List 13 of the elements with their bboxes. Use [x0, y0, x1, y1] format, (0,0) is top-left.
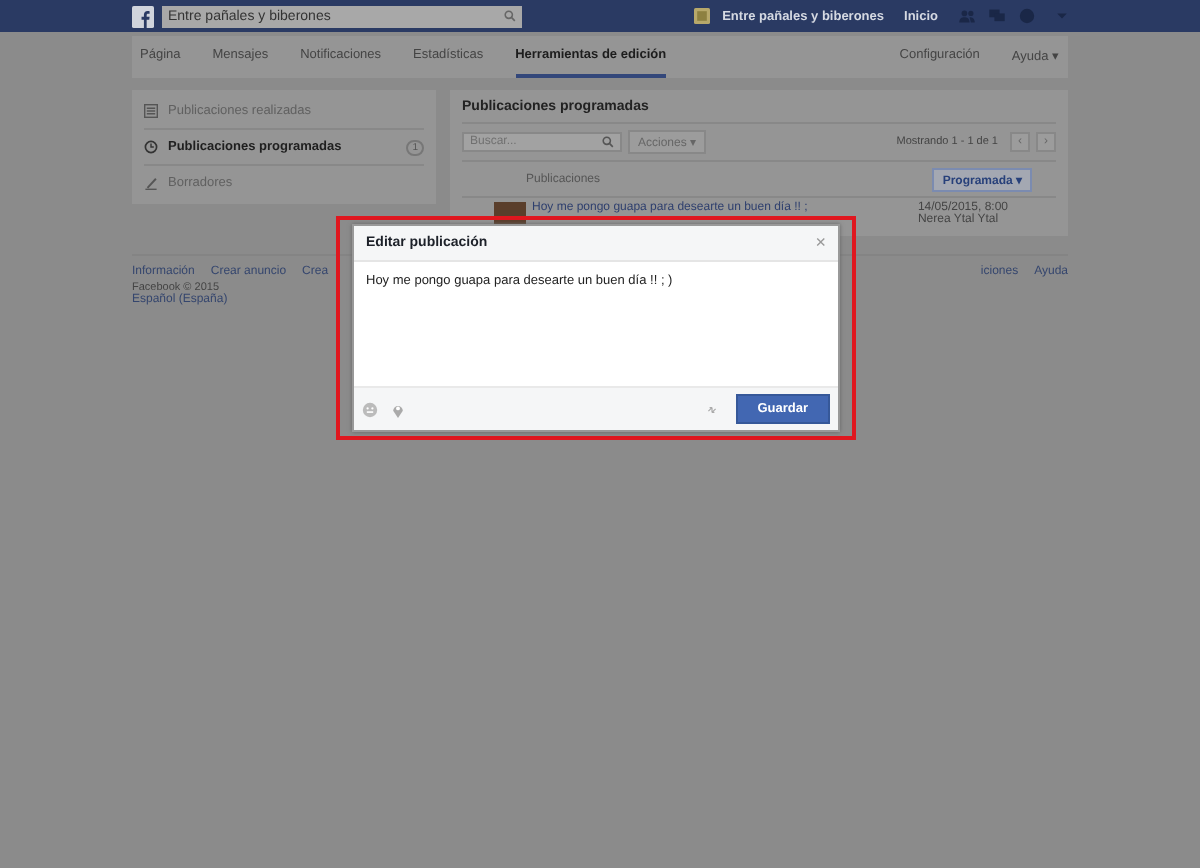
messages-icon[interactable]: [988, 8, 1006, 24]
search-icon: [504, 10, 516, 22]
clock-icon: [144, 140, 158, 154]
close-button[interactable]: ×: [815, 234, 826, 252]
location-pin-icon[interactable]: [390, 401, 406, 417]
friends-icon[interactable]: [958, 8, 976, 24]
facebook-logo-icon[interactable]: [132, 5, 154, 27]
list-icon: [144, 104, 158, 118]
smiley-icon[interactable]: [362, 401, 378, 417]
pencil-icon: [144, 176, 158, 190]
page-icon: [694, 8, 711, 24]
arrows-icon[interactable]: [705, 403, 718, 415]
search-icon: [602, 136, 614, 148]
